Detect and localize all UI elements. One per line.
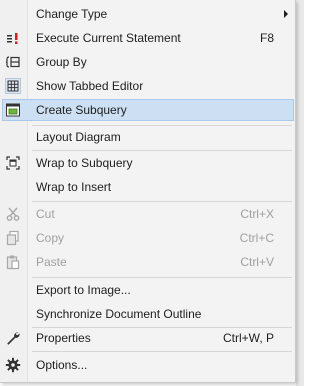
- menu-item-options[interactable]: Options...: [2, 354, 294, 376]
- menu-item-shortcut: Ctrl+V: [240, 255, 274, 269]
- menu-item-label: Show Tabbed Editor: [36, 79, 144, 93]
- scissors-icon: [5, 206, 21, 222]
- menu-item-label: Synchronize Document Outline: [36, 307, 202, 321]
- execute-statement-icon: [5, 30, 21, 46]
- menu-item-shortcut: Ctrl+W, P: [222, 331, 274, 345]
- menu-item-group-by[interactable]: Group By: [2, 51, 294, 73]
- menu-item-label: Export to Image...: [36, 283, 131, 297]
- menu-item-copy[interactable]: Copy Ctrl+C: [2, 227, 294, 249]
- menu-separator: [32, 351, 292, 352]
- menu-item-label: Wrap to Insert: [36, 180, 112, 194]
- menu-item-label: Cut: [36, 207, 55, 221]
- menu-item-shortcut: Ctrl+X: [240, 207, 274, 221]
- context-menu: Change Type Execute Current Statement F8…: [0, 0, 296, 383]
- grid-icon: [5, 78, 21, 94]
- menu-item-show-tabbed-editor[interactable]: Show Tabbed Editor: [2, 75, 294, 97]
- menu-item-export-to-image[interactable]: Export to Image...: [2, 279, 294, 301]
- menu-item-cut[interactable]: Cut Ctrl+X: [2, 203, 294, 225]
- menu-item-label: Create Subquery: [36, 103, 127, 117]
- menu-item-create-subquery[interactable]: Create Subquery: [2, 99, 294, 121]
- menu-item-layout-diagram[interactable]: Layout Diagram: [2, 126, 294, 148]
- menu-item-shortcut: F8: [259, 31, 274, 45]
- menu-item-execute-current-statement[interactable]: Execute Current Statement F8: [2, 27, 294, 49]
- menu-separator: [32, 201, 292, 202]
- menu-separator: [32, 150, 292, 151]
- menu-item-label: Change Type: [36, 7, 108, 21]
- menu-item-label: Copy: [36, 231, 65, 245]
- menu-item-change-type[interactable]: Change Type: [2, 3, 294, 25]
- menu-item-label: Options...: [36, 358, 88, 372]
- submenu-arrow-icon: [284, 10, 288, 18]
- background-window-edge: [296, 0, 304, 386]
- create-subquery-icon: [5, 102, 21, 118]
- menu-item-wrap-to-subquery[interactable]: Wrap to Subquery: [2, 152, 294, 174]
- menu-item-label: Properties: [36, 331, 91, 345]
- menu-item-label: Execute Current Statement: [36, 31, 181, 45]
- wrap-subquery-icon: [5, 155, 21, 171]
- menu-item-shortcut: Ctrl+C: [239, 231, 274, 245]
- gear-icon: [5, 357, 21, 373]
- paste-icon: [5, 254, 21, 270]
- menu-item-label: Wrap to Subquery: [36, 156, 133, 170]
- menu-item-wrap-to-insert[interactable]: Wrap to Insert: [2, 176, 294, 198]
- menu-separator: [32, 277, 292, 278]
- copy-icon: [5, 230, 21, 246]
- menu-item-paste[interactable]: Paste Ctrl+V: [2, 251, 294, 273]
- group-by-icon: [5, 54, 21, 70]
- menu-item-label: Paste: [36, 255, 67, 269]
- menu-item-label: Group By: [36, 55, 87, 69]
- wrench-icon: [5, 330, 21, 346]
- menu-item-properties[interactable]: Properties Ctrl+W, P: [2, 327, 294, 349]
- menu-item-label: Layout Diagram: [36, 130, 121, 144]
- menu-item-synchronize-document-outline[interactable]: Synchronize Document Outline: [2, 303, 294, 325]
